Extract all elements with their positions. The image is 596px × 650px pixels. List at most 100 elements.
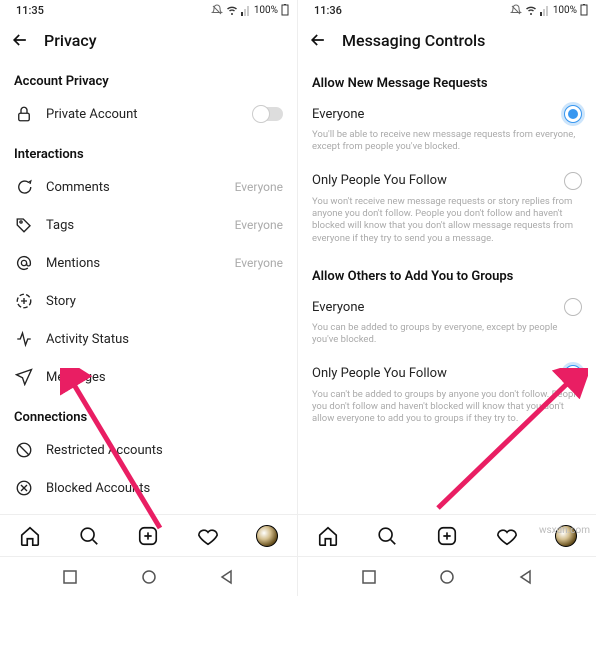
option-groups-following[interactable]: Only People You Follow	[298, 355, 596, 385]
page-title: Messaging Controls	[342, 31, 485, 50]
status-right: 100%	[510, 4, 588, 16]
status-time: 11:36	[314, 4, 342, 17]
option-requests-everyone[interactable]: Everyone	[298, 95, 596, 125]
bell-off-icon	[510, 4, 522, 16]
watermark: wsxdn.com	[539, 525, 590, 536]
os-recent-icon[interactable]	[62, 569, 78, 585]
tab-search[interactable]	[376, 525, 398, 547]
row-label: Private Account	[46, 107, 253, 122]
back-icon[interactable]	[10, 30, 30, 50]
tab-activity[interactable]	[496, 525, 518, 547]
os-nav-bar	[0, 556, 297, 596]
row-label: Activity Status	[46, 332, 283, 347]
radio-unselected[interactable]	[564, 172, 582, 190]
battery-icon	[281, 4, 289, 16]
tab-search[interactable]	[78, 525, 100, 547]
messaging-content: Allow New Message Requests Everyone You'…	[298, 60, 596, 514]
row-value: Everyone	[235, 180, 283, 194]
row-activity-status[interactable]: Activity Status	[0, 320, 297, 358]
messaging-controls-screen: 11:36 100% Messaging Controls Allow New …	[298, 0, 596, 596]
row-value: Everyone	[235, 256, 283, 270]
row-restricted[interactable]: Restricted Accounts	[0, 431, 297, 469]
row-label: Restricted Accounts	[46, 443, 283, 458]
tab-profile[interactable]	[256, 525, 278, 547]
battery-text: 100%	[553, 5, 577, 16]
at-icon	[15, 254, 33, 272]
private-account-toggle[interactable]	[253, 107, 283, 121]
home-icon	[317, 525, 339, 547]
tab-new-post[interactable]	[137, 525, 159, 547]
row-messages[interactable]: Messages	[0, 358, 297, 396]
plus-square-icon	[436, 525, 458, 547]
tab-home[interactable]	[317, 525, 339, 547]
home-icon	[19, 525, 41, 547]
comment-icon	[15, 178, 33, 196]
os-home-icon[interactable]	[141, 569, 157, 585]
option-label: Everyone	[312, 300, 564, 315]
row-story[interactable]: Story	[0, 282, 297, 320]
option-requests-following[interactable]: Only People You Follow	[298, 162, 596, 192]
row-label: Comments	[46, 180, 235, 195]
search-icon	[78, 525, 100, 547]
os-home-icon[interactable]	[439, 569, 455, 585]
option-help: You won't receive new message requests o…	[298, 192, 596, 253]
row-label: Story	[46, 294, 283, 309]
row-comments[interactable]: Comments Everyone	[0, 168, 297, 206]
option-help: You'll be able to receive new message re…	[298, 125, 596, 162]
section-account-privacy: Account Privacy	[0, 60, 297, 95]
story-icon	[15, 292, 33, 310]
row-blocked[interactable]: Blocked Accounts	[0, 469, 297, 507]
row-muted[interactable]: Muted Accounts	[0, 507, 297, 514]
row-label: Messages	[46, 370, 283, 385]
bell-off-icon	[211, 4, 223, 16]
radio-selected[interactable]	[564, 105, 582, 123]
os-nav-bar	[298, 556, 596, 596]
radio-selected[interactable]	[564, 365, 582, 383]
os-recent-icon[interactable]	[361, 569, 377, 585]
plus-square-icon	[137, 525, 159, 547]
battery-icon	[580, 4, 588, 16]
radio-unselected[interactable]	[564, 298, 582, 316]
option-label: Only People You Follow	[312, 173, 564, 188]
option-label: Only People You Follow	[312, 366, 564, 381]
battery-text: 100%	[254, 5, 278, 16]
os-back-icon[interactable]	[518, 569, 534, 585]
search-icon	[376, 525, 398, 547]
row-tags[interactable]: Tags Everyone	[0, 206, 297, 244]
back-icon[interactable]	[308, 30, 328, 50]
bottom-tab-bar	[0, 514, 297, 556]
avatar-icon	[256, 525, 278, 547]
signal-icon	[241, 4, 251, 16]
page-title: Privacy	[44, 31, 97, 50]
os-back-icon[interactable]	[219, 569, 235, 585]
option-help: You can be added to groups by everyone, …	[298, 318, 596, 355]
row-value: Everyone	[235, 218, 283, 232]
status-bar: 11:35 100%	[0, 0, 297, 20]
option-groups-everyone[interactable]: Everyone	[298, 288, 596, 318]
section-connections: Connections	[0, 396, 297, 431]
activity-icon	[15, 330, 33, 348]
tag-icon	[15, 216, 33, 234]
heart-icon	[496, 525, 518, 547]
section-allow-requests: Allow New Message Requests	[298, 60, 596, 95]
status-time: 11:35	[16, 4, 44, 17]
privacy-screen: 11:35 100% Privacy Account Privacy Priva…	[0, 0, 298, 596]
status-right: 100%	[211, 4, 289, 16]
signal-icon	[540, 4, 550, 16]
header: Privacy	[0, 20, 297, 60]
header: Messaging Controls	[298, 20, 596, 60]
section-allow-groups: Allow Others to Add You to Groups	[298, 253, 596, 288]
row-label: Tags	[46, 218, 235, 233]
row-label: Blocked Accounts	[46, 481, 283, 496]
heart-icon	[197, 525, 219, 547]
row-private-account[interactable]: Private Account	[0, 95, 297, 133]
option-help: You can't be added to groups by anyone y…	[298, 385, 596, 434]
tab-activity[interactable]	[197, 525, 219, 547]
row-mentions[interactable]: Mentions Everyone	[0, 244, 297, 282]
section-interactions: Interactions	[0, 133, 297, 168]
wifi-icon	[226, 4, 238, 16]
restricted-icon	[15, 441, 33, 459]
tab-new-post[interactable]	[436, 525, 458, 547]
tab-home[interactable]	[19, 525, 41, 547]
status-bar: 11:36 100%	[298, 0, 596, 20]
